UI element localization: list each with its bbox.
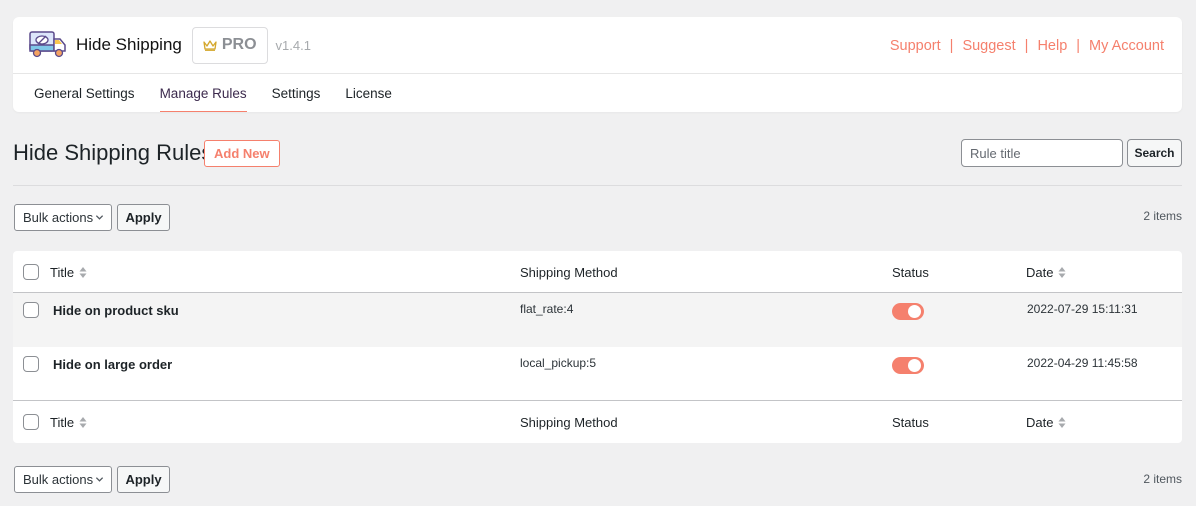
tab-general-settings[interactable]: General Settings (34, 74, 135, 112)
search-button[interactable]: Search (1127, 139, 1182, 167)
shipping-method: local_pickup:5 (520, 356, 597, 370)
table-footer: Title Shipping Method Status Date (13, 401, 1182, 443)
chevron-down-icon (95, 215, 104, 220)
sort-icon (1058, 417, 1066, 428)
delivery-truck-icon (29, 31, 66, 58)
row-checkbox[interactable] (23, 356, 39, 372)
column-title[interactable]: Title (50, 265, 87, 280)
crown-icon (203, 40, 217, 51)
header-top-bar: Hide Shipping PRO v1.4.1 Support | Sugge… (13, 17, 1182, 74)
link-separator: | (1024, 37, 1029, 54)
chevron-down-icon (95, 477, 104, 482)
items-count-bottom: 2 items (1143, 472, 1182, 486)
support-link[interactable]: Support (890, 38, 941, 54)
pro-label: PRO (221, 36, 257, 53)
column-date-label: Date (1026, 265, 1054, 280)
page-title: Hide Shipping Rules (13, 140, 213, 165)
tab-license[interactable]: License (345, 74, 392, 112)
rule-search-input[interactable] (961, 139, 1123, 167)
row-checkbox[interactable] (23, 302, 39, 318)
rule-date: 2022-07-29 15:11:31 (1027, 302, 1138, 316)
brand-name: Hide Shipping (76, 35, 182, 54)
tab-manage-rules[interactable]: Manage Rules (159, 74, 247, 112)
apply-button-bottom[interactable]: Apply (117, 466, 170, 493)
column-title-label: Title (50, 265, 75, 280)
column-shipping-method: Shipping Method (520, 265, 618, 280)
rule-title-link[interactable]: Hide on large order (53, 357, 172, 372)
settings-tabs: General Settings Manage Rules Settings L… (13, 74, 1182, 112)
select-all-checkbox[interactable] (23, 264, 39, 280)
bulk-actions-select-bottom[interactable]: Bulk actions (14, 466, 112, 493)
column-date[interactable]: Date (1026, 265, 1066, 280)
status-toggle[interactable] (892, 357, 924, 374)
bulk-actions-label: Bulk actions (23, 472, 94, 487)
shipping-method: flat_rate:4 (520, 302, 574, 316)
link-separator: | (949, 37, 954, 54)
divider (13, 185, 1182, 186)
plugin-header: Hide Shipping PRO v1.4.1 Support | Sugge… (13, 17, 1182, 112)
my-account-link[interactable]: My Account (1089, 38, 1164, 54)
column-date-label: Date (1026, 415, 1054, 430)
version-label: v1.4.1 (275, 37, 311, 53)
table-row: Hide on large order local_pickup:5 2022-… (13, 347, 1182, 401)
help-link[interactable]: Help (1037, 38, 1067, 54)
rule-date: 2022-04-29 11:45:58 (1027, 356, 1138, 370)
bulk-actions-select-top[interactable]: Bulk actions (14, 204, 112, 231)
column-status: Status (892, 265, 929, 280)
sort-icon (79, 267, 87, 278)
select-all-checkbox-bottom[interactable] (23, 414, 39, 430)
table-header: Title Shipping Method Status Date (13, 251, 1182, 293)
suggest-link[interactable]: Suggest (962, 38, 1015, 54)
column-status: Status (892, 415, 929, 430)
sort-icon (1058, 267, 1066, 278)
items-count-top: 2 items (1143, 209, 1182, 223)
tab-settings[interactable]: Settings (272, 74, 321, 112)
link-separator: | (1076, 37, 1081, 54)
column-title-label: Title (50, 415, 75, 430)
rules-table: Title Shipping Method Status Date Hide o… (13, 251, 1182, 443)
sort-icon (79, 417, 87, 428)
bulk-actions-label: Bulk actions (23, 210, 94, 225)
add-new-button[interactable]: Add New (204, 140, 280, 167)
column-title[interactable]: Title (50, 415, 87, 430)
status-toggle[interactable] (892, 303, 924, 320)
apply-button-top[interactable]: Apply (117, 204, 170, 231)
column-shipping-method: Shipping Method (520, 415, 618, 430)
header-links: Support | Suggest | Help | My Account (890, 17, 1164, 74)
table-row: Hide on product sku flat_rate:4 2022-07-… (13, 293, 1182, 347)
column-date[interactable]: Date (1026, 415, 1066, 430)
rule-title-link[interactable]: Hide on product sku (53, 303, 179, 318)
pro-badge: PRO (191, 26, 268, 64)
